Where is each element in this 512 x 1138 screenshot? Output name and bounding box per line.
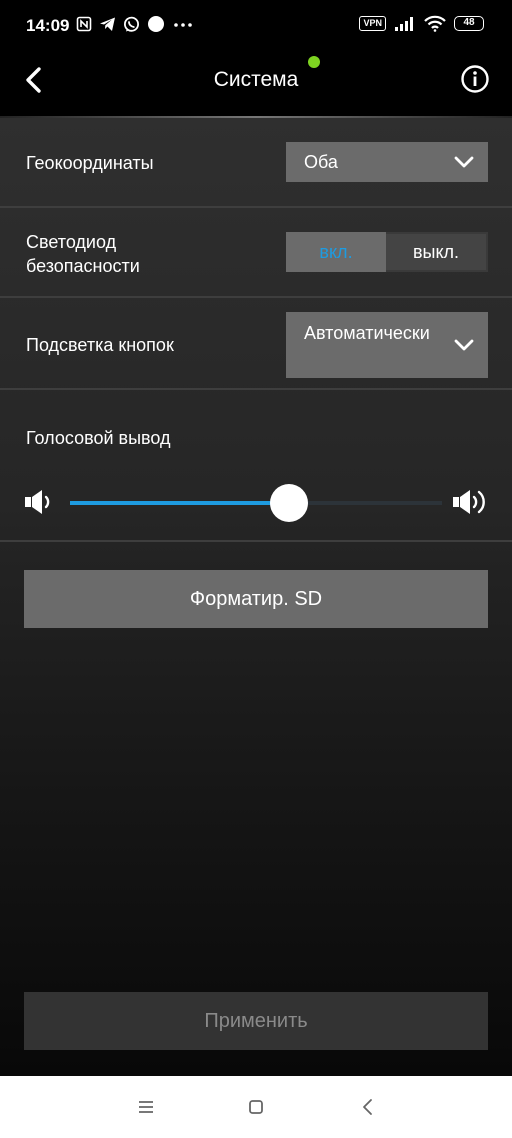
slider-track[interactable] — [70, 484, 442, 522]
chevron-down-icon — [454, 339, 474, 351]
status-left-icons — [76, 15, 194, 33]
battery-icon: 48 — [454, 16, 484, 31]
settings-content: Геокоординаты Оба Светодиод безопасности… — [0, 118, 512, 1076]
back-triangle-icon[interactable] — [357, 1096, 379, 1118]
voice-output-label: Голосовой вывод — [26, 428, 171, 448]
more-dots-icon — [174, 23, 192, 27]
whatsapp-icon — [124, 16, 139, 32]
status-dot — [308, 56, 320, 68]
setting-row-security-led: Светодиод безопасности вкл. выкл. — [0, 208, 512, 298]
status-time: 14:09 — [26, 16, 70, 35]
setting-row-button-backlight: Подсветка кнопок Автоматически — [0, 298, 512, 390]
vpn-badge: VPN — [359, 16, 386, 31]
slider-thumb[interactable] — [270, 484, 309, 522]
security-led-label: Светодиод безопасности — [26, 232, 140, 276]
security-led-toggle: вкл. выкл. — [286, 232, 488, 272]
wifi-icon — [424, 15, 446, 32]
app-header: Система — [0, 52, 512, 118]
chevron-down-icon — [454, 156, 474, 168]
geocoords-value: Оба — [304, 152, 338, 172]
security-led-on-option[interactable]: вкл. — [286, 232, 386, 272]
circle-icon — [148, 16, 164, 32]
telegram-icon — [100, 17, 115, 31]
security-led-off-option[interactable]: выкл. — [386, 234, 486, 270]
status-bar: 14:09 VPN 48 — [0, 0, 512, 52]
geocoords-dropdown[interactable]: Оба — [286, 142, 488, 182]
signal-icon — [395, 16, 413, 31]
setting-row-geocoords: Геокоординаты Оба — [0, 118, 512, 208]
page-title: Система — [213, 68, 299, 91]
button-backlight-value: Автоматически — [304, 323, 430, 343]
system-nav-bar — [0, 1076, 512, 1138]
apply-button[interactable]: Применить — [24, 992, 488, 1050]
info-icon — [461, 65, 489, 93]
geocoords-label: Геокоординаты — [26, 153, 154, 173]
home-square-icon[interactable] — [245, 1096, 267, 1118]
volume-low-icon — [25, 490, 50, 514]
nfc-icon — [76, 16, 92, 32]
button-backlight-dropdown[interactable]: Автоматически — [286, 312, 488, 378]
status-right-icons: VPN 48 — [359, 15, 484, 32]
voice-volume-slider[interactable] — [24, 482, 492, 522]
info-button[interactable] — [460, 64, 490, 94]
format-sd-button[interactable]: Форматир. SD — [24, 570, 488, 628]
volume-high-icon — [453, 490, 485, 514]
menu-icon[interactable] — [135, 1096, 157, 1118]
slider-fill — [70, 501, 290, 505]
button-backlight-label: Подсветка кнопок — [26, 335, 174, 355]
screen: 14:09 VPN 48 Система Геокоординаты Оба С… — [0, 0, 512, 1138]
